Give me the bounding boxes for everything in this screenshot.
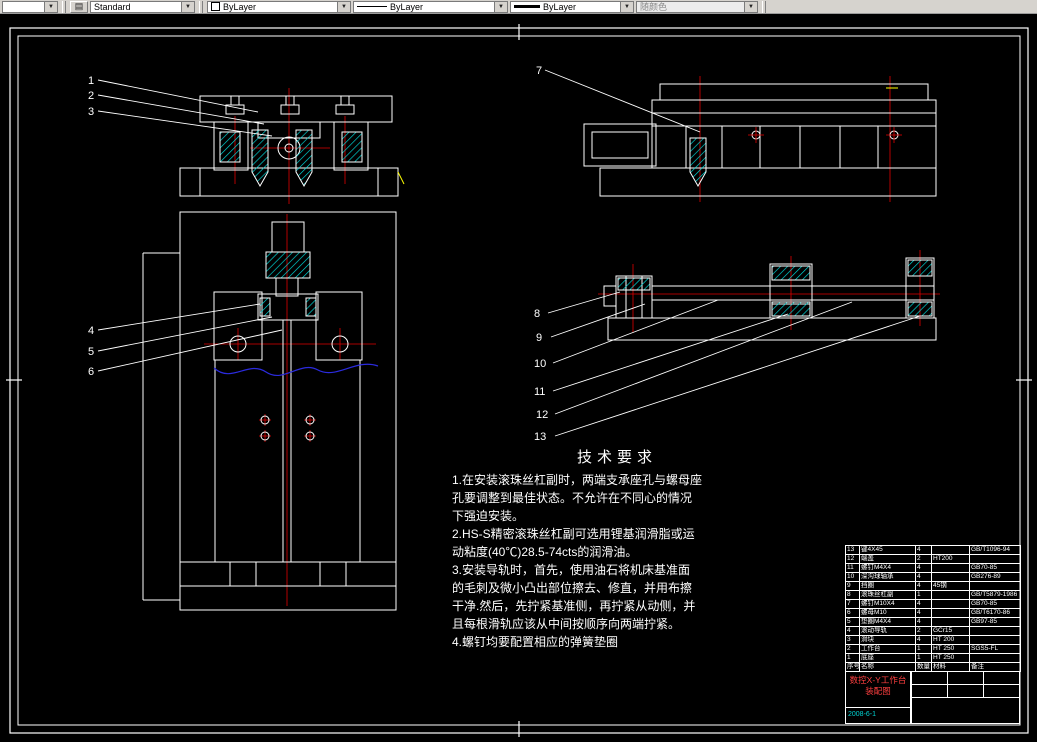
text-style-value[interactable]: Standard: [91, 2, 181, 12]
chevron-down-icon: ▼: [744, 2, 757, 12]
plotstyle-value: 随颜色: [637, 2, 744, 12]
view-plan: [143, 212, 396, 610]
linetype-value: ByLayer: [390, 2, 423, 12]
technical-requirements-body: 1.在安装滚珠丝杠副时，两端支承座孔与螺母座 孔要调整到最佳状态。不允许在不同心…: [452, 471, 782, 651]
linetype-combo[interactable]: ByLayer ▼: [353, 1, 508, 13]
table-row: 5垫圈M4X44GB97-85: [846, 618, 1021, 627]
balloon-10: 10: [534, 358, 546, 370]
chevron-down-icon[interactable]: ▼: [337, 2, 350, 12]
chevron-down-icon[interactable]: ▼: [44, 2, 57, 12]
color-value: ByLayer: [223, 2, 256, 12]
style-manager-button[interactable]: ▤: [70, 1, 88, 13]
lineweight-combo[interactable]: ByLayer ▼: [510, 1, 634, 13]
toolbar-separator: [199, 1, 203, 13]
balloon-13: 13: [534, 431, 546, 443]
view-front-section: [180, 88, 404, 204]
view-side: [584, 76, 936, 202]
balloon-9: 9: [536, 332, 542, 344]
table-row: 11螺钉M4X44GB70-85: [846, 564, 1021, 573]
leader-lines: [98, 70, 920, 436]
table-row: 12端盖2HT200: [846, 555, 1021, 564]
toolbar: ▼ ▤ Standard ▼ ByLayer ▼ ByLayer ▼: [0, 0, 1037, 14]
parts-list: 13键4X454GB/T1096-94 12端盖2HT200 11螺钉M4X44…: [845, 545, 1021, 672]
drawing-canvas[interactable]: 1 2 3 4 5 6 7 8 9 10 11 12 13 技术要求 1.在安装…: [0, 14, 1037, 742]
balloon-12: 12: [536, 409, 548, 421]
balloon-7: 7: [536, 65, 542, 77]
table-row: 7螺钉M10X44GB70-85: [846, 600, 1021, 609]
lineweight-value: ByLayer: [543, 2, 576, 12]
title-block-lower: 数控X-Y工作台 装配图 2008-6-1: [845, 672, 1020, 724]
toolbar-separator: [62, 1, 66, 13]
toolbar-separator: [762, 1, 766, 13]
style-icon: ▤: [75, 1, 84, 11]
title-block: 13键4X454GB/T1096-94 12端盖2HT200 11螺钉M4X44…: [845, 545, 1020, 724]
balloon-5: 5: [88, 346, 94, 358]
chevron-down-icon[interactable]: ▼: [494, 2, 507, 12]
balloon-2: 2: [88, 90, 94, 102]
layer-combo[interactable]: ▼: [2, 1, 58, 13]
balloon-6: 6: [88, 366, 94, 378]
balloon-1: 1: [88, 75, 94, 87]
table-row: 13键4X454GB/T1096-94: [846, 546, 1021, 555]
title-block-grid: [911, 672, 1019, 723]
lineweight-preview-icon: [514, 5, 540, 8]
text-style-combo[interactable]: Standard ▼: [90, 1, 195, 13]
balloon-11: 11: [534, 386, 545, 398]
table-row: 9挡圈445钢: [846, 582, 1021, 591]
parts-header-row: 序号名称数量材料备注: [846, 663, 1021, 672]
table-row: 10深沟球轴承4GB276-89: [846, 573, 1021, 582]
break-line: [214, 364, 378, 375]
chevron-down-icon[interactable]: ▼: [620, 2, 633, 12]
layer-combo-field[interactable]: [3, 2, 44, 12]
plotstyle-combo: 随颜色 ▼: [636, 1, 758, 13]
table-row: 4滚动导轨2GCr15: [846, 627, 1021, 636]
table-row: 2工作台1HT 250SGS5-FL: [846, 645, 1021, 654]
balloon-3: 3: [88, 106, 94, 118]
table-row: 8滚珠丝杠副1GB/T5879-1986: [846, 591, 1021, 600]
cad-window: ▼ ▤ Standard ▼ ByLayer ▼ ByLayer ▼: [0, 0, 1037, 742]
linetype-preview-icon: [357, 6, 387, 7]
table-row: 1底座1HT 250: [846, 654, 1021, 663]
table-row: 3滑块4HT 200: [846, 636, 1021, 645]
color-swatch: [211, 2, 220, 11]
color-combo[interactable]: ByLayer ▼: [207, 1, 351, 13]
date-label: 2008-6-1: [846, 707, 910, 723]
drawing-title: 数控X-Y工作台 装配图: [846, 672, 910, 707]
technical-requirements-title: 技术要求: [452, 446, 782, 467]
chevron-down-icon[interactable]: ▼: [181, 2, 194, 12]
technical-requirements: 技术要求 1.在安装滚珠丝杠副时，两端支承座孔与螺母座 孔要调整到最佳状态。不允…: [452, 446, 782, 651]
balloon-8: 8: [534, 308, 540, 320]
table-row: 6螺母M104GB/T6170-86: [846, 609, 1021, 618]
balloon-4: 4: [88, 325, 94, 337]
